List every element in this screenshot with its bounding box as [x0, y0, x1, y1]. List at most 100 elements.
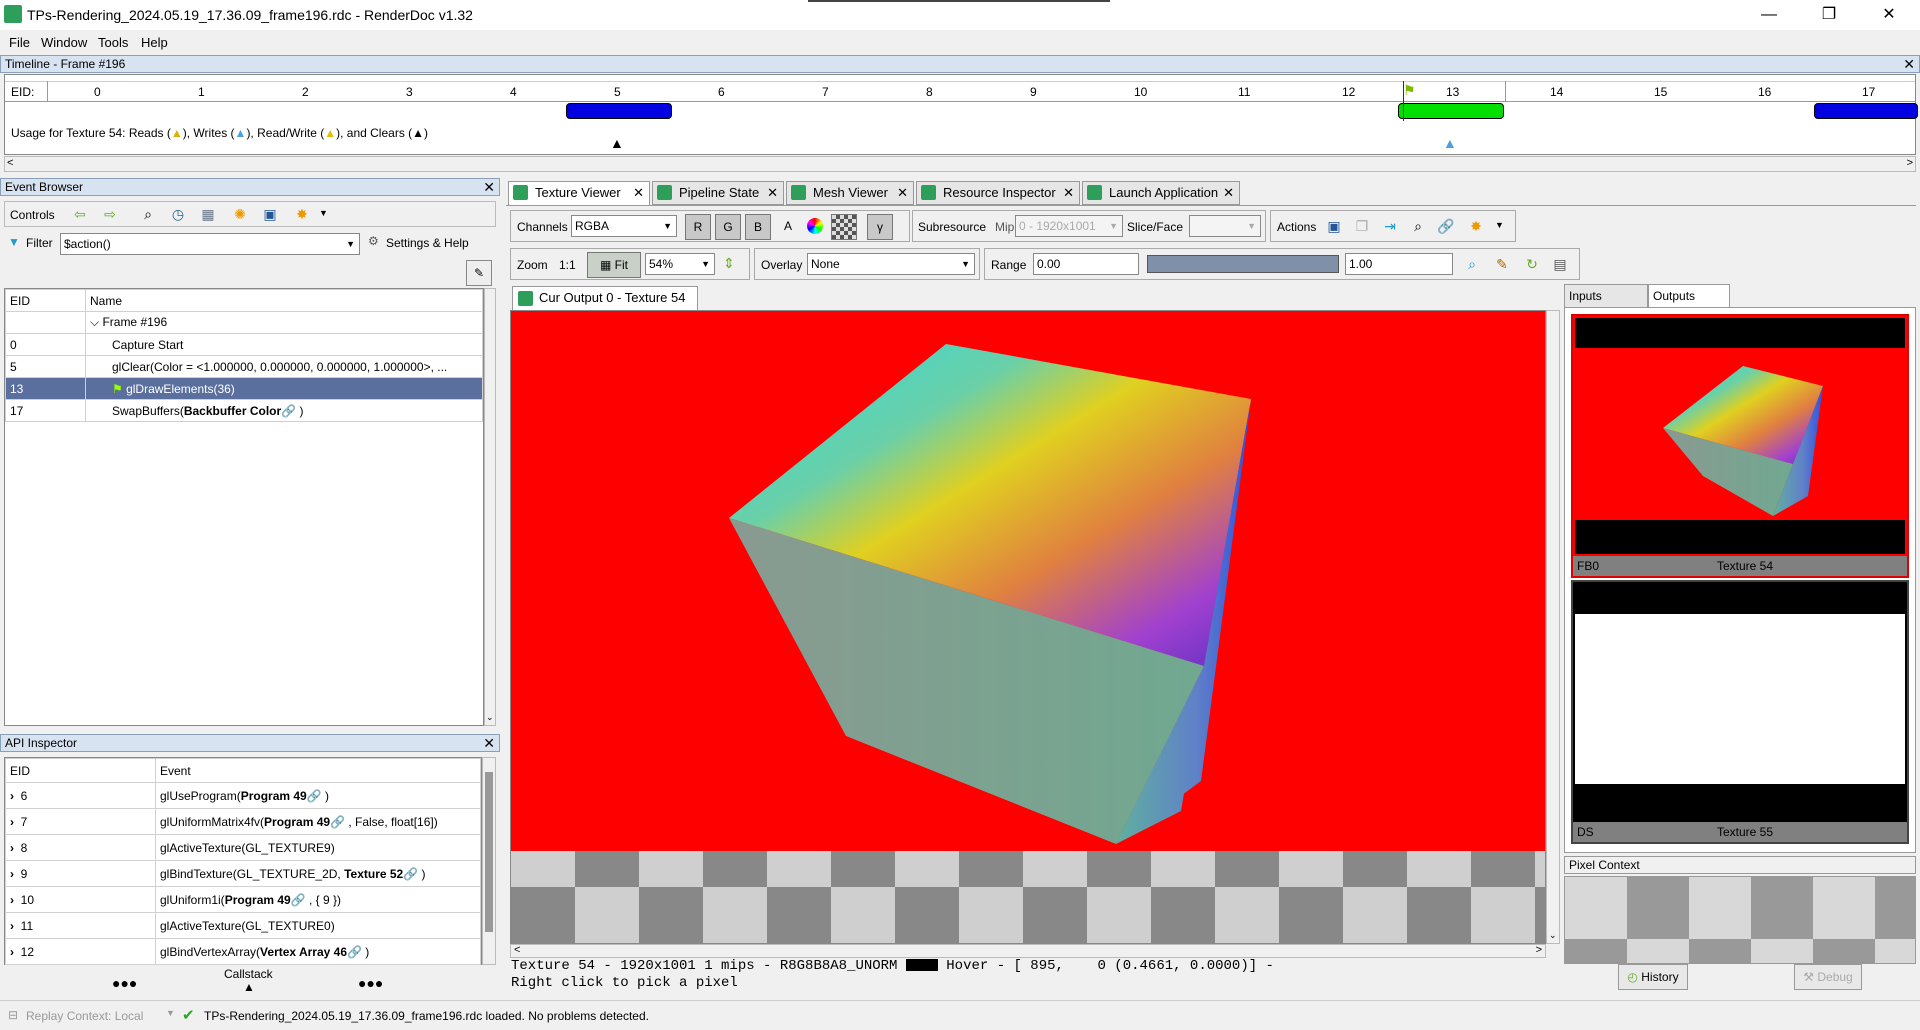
api-row[interactable]: › 12 glBindVertexArray(Vertex Array 46🔗 ) — [5, 938, 481, 965]
tab-resource-inspector[interactable]: Resource Inspector ✕ — [916, 181, 1080, 205]
close-timeline-icon[interactable]: ✕ — [1903, 56, 1915, 72]
api-event-column-header[interactable]: Event — [155, 758, 481, 783]
find-icon[interactable]: ⌕ — [139, 205, 157, 223]
api-row[interactable]: › 7 glUniformMatrix4fv(Program 49🔗 , Fals… — [5, 808, 481, 835]
slice-face-select[interactable]: ▼ — [1189, 215, 1261, 237]
api-row[interactable]: › 10 glUniform1i(Program 49🔗 , { 9 }) — [5, 886, 481, 913]
api-list-scrollbar[interactable] — [482, 757, 496, 965]
range-min-input[interactable]: 0.00 — [1033, 253, 1139, 275]
thumbnail-fb0[interactable]: FB0 Texture 54 — [1571, 314, 1909, 578]
checkerboard-toggle-icon[interactable] — [831, 214, 857, 240]
bookmark-icon[interactable]: ▦ — [199, 205, 217, 223]
close-event-browser-icon[interactable]: ✕ — [483, 179, 495, 195]
color-wheel-icon[interactable] — [807, 218, 823, 234]
zoom-select[interactable]: 54% ▼ — [645, 253, 715, 275]
tab-pipeline-state[interactable]: Pipeline State ✕ — [652, 181, 784, 205]
settings-help-button[interactable]: Settings & Help — [386, 236, 469, 250]
event-row-selected[interactable]: 13 ⚑ glDrawElements(36) — [5, 377, 483, 400]
actions-settings-icon[interactable]: ✸ — [1467, 217, 1485, 235]
callstack-label[interactable]: Callstack — [224, 967, 273, 981]
texture-canvas[interactable] — [510, 310, 1546, 944]
green-channel-toggle[interactable]: G — [715, 214, 741, 240]
event-row[interactable]: 5 glClear(Color = <1.000000, 0.000000, 0.… — [5, 355, 483, 378]
overlay-select[interactable]: None ▼ — [807, 253, 975, 275]
api-eid-column-header[interactable]: EID — [5, 758, 156, 783]
zoom-range-icon[interactable]: ⌕ — [1463, 255, 1481, 273]
api-row[interactable]: › 11 glActiveTexture(GL_TEXTURE0) — [5, 912, 481, 939]
histogram-icon[interactable]: ▤ — [1551, 255, 1569, 273]
menu-file[interactable]: File — [9, 35, 30, 50]
menu-help[interactable]: Help — [141, 35, 168, 50]
dropdown-arrow-icon[interactable]: ▼ — [319, 208, 328, 218]
api-row[interactable]: › 9 glBindTexture(GL_TEXTURE_2D, Texture … — [5, 860, 481, 887]
replay-context-dropdown-icon[interactable]: ▼ — [166, 1008, 175, 1018]
menu-tools[interactable]: Tools — [98, 35, 128, 50]
name-column-header[interactable]: Name — [85, 289, 483, 312]
texture-hscrollbar[interactable]: < > — [510, 944, 1546, 958]
alpha-channel-toggle[interactable]: A — [775, 214, 801, 240]
replay-context-label[interactable]: Replay Context: Local — [26, 1009, 143, 1023]
event-tree-scrollbar[interactable]: ⌄ — [484, 288, 496, 726]
blue-channel-toggle[interactable]: B — [745, 214, 771, 240]
range-max-input[interactable]: 1.00 — [1345, 253, 1453, 275]
api-scroll-thumb[interactable] — [485, 772, 493, 932]
scroll-left-icon[interactable]: < — [7, 157, 13, 169]
tab-inputs[interactable]: Inputs — [1564, 284, 1648, 308]
scroll-right-icon[interactable]: > — [1907, 157, 1913, 169]
view-texture-icon[interactable]: ⌕ — [1409, 217, 1427, 235]
debug-button[interactable]: ⚒ Debug — [1794, 964, 1862, 990]
splitter-dots-left[interactable]: ●●● — [112, 975, 137, 991]
menu-window[interactable]: Window — [41, 35, 87, 50]
settings-gear-icon[interactable]: ⚙ — [368, 234, 379, 248]
previous-event-icon[interactable]: ⇦ — [71, 205, 89, 223]
event-tree[interactable]: EID Name ⌵ Frame #196 0 Capture Start 5 gl… — [4, 288, 484, 726]
splitter-dots-right[interactable]: ●●● — [358, 975, 383, 991]
copy-icon[interactable]: ❐ — [1353, 217, 1371, 235]
link-resource-icon[interactable]: 🔗 — [1437, 217, 1455, 235]
flip-y-icon[interactable]: ⇕ — [723, 255, 735, 272]
thumbnail-ds[interactable]: DS Texture 55 — [1571, 580, 1909, 844]
history-button[interactable]: ◴ History — [1618, 964, 1688, 990]
add-bookmark-button[interactable]: ✎ — [466, 260, 492, 286]
save-texture-icon[interactable]: ▣ — [1325, 217, 1343, 235]
texture-vscrollbar[interactable]: ⌄ — [1546, 310, 1560, 944]
reset-range-icon[interactable]: ↻ — [1523, 255, 1541, 273]
api-call-list[interactable]: EID Event › 6 glUseProgram(Program 49🔗 ) … — [4, 757, 482, 965]
next-event-icon[interactable]: ⇨ — [101, 205, 119, 223]
export-icon[interactable]: ▣ — [261, 205, 279, 223]
event-row[interactable]: 0 Capture Start — [5, 333, 483, 356]
eid-column-header[interactable]: EID — [5, 289, 86, 312]
auto-fit-range-icon[interactable]: ✎ — [1493, 255, 1511, 273]
range-histogram-slider[interactable] — [1147, 255, 1339, 273]
minimize-button[interactable]: — — [1746, 0, 1792, 30]
colorize-icon[interactable]: ✺ — [231, 205, 249, 223]
gamma-toggle[interactable]: γ — [867, 214, 893, 240]
event-row[interactable]: 17 SwapBuffers(Backbuffer Color🔗 ) — [5, 399, 483, 422]
event-row[interactable]: ⌵ Frame #196 — [5, 311, 483, 334]
tab-outputs[interactable]: Outputs — [1648, 284, 1730, 308]
pixel-context-view[interactable] — [1564, 876, 1916, 964]
settings-star-icon[interactable]: ✸ — [293, 205, 311, 223]
timeline-current-event-marker[interactable] — [1398, 103, 1504, 119]
api-row[interactable]: › 8 glActiveTexture(GL_TEXTURE9) — [5, 834, 481, 861]
filter-input[interactable]: $action() ▼ — [60, 233, 360, 255]
red-channel-toggle[interactable]: R — [685, 214, 711, 240]
tab-texture-viewer[interactable]: Texture Viewer ✕ — [508, 181, 650, 205]
callstack-arrow-icon[interactable]: ▲ — [243, 980, 255, 994]
timeline-scrollbar[interactable]: < > — [4, 156, 1916, 172]
close-window-button[interactable]: ✕ — [1866, 0, 1912, 30]
timeline-read-marker[interactable] — [566, 103, 672, 119]
timeline-panel[interactable]: EID: 0 1 2 3 4 5 6 7 8 9 10 11 12 13 14 15 16 17 ⚑ Usage … — [4, 74, 1918, 155]
maximize-button[interactable]: ❐ — [1806, 0, 1852, 30]
goto-location-icon[interactable]: ⇥ — [1381, 217, 1399, 235]
fit-button[interactable]: ▦ Fit — [587, 252, 641, 278]
close-api-inspector-icon[interactable]: ✕ — [483, 735, 495, 751]
mip-select[interactable]: 0 - 1920x1001 ▼ — [1015, 215, 1123, 237]
actions-dropdown-icon[interactable]: ▼ — [1495, 220, 1504, 230]
api-row[interactable]: › 6 glUseProgram(Program 49🔗 ) — [5, 782, 481, 809]
tab-launch-application[interactable]: Launch Application ✕ — [1082, 181, 1240, 205]
timeline-read-marker-2[interactable] — [1814, 103, 1918, 119]
tab-mesh-viewer[interactable]: Mesh Viewer ✕ — [786, 181, 914, 205]
cur-output-tab[interactable]: Cur Output 0 - Texture 54 — [512, 286, 698, 310]
channels-select[interactable]: RGBA ▼ — [571, 215, 677, 237]
